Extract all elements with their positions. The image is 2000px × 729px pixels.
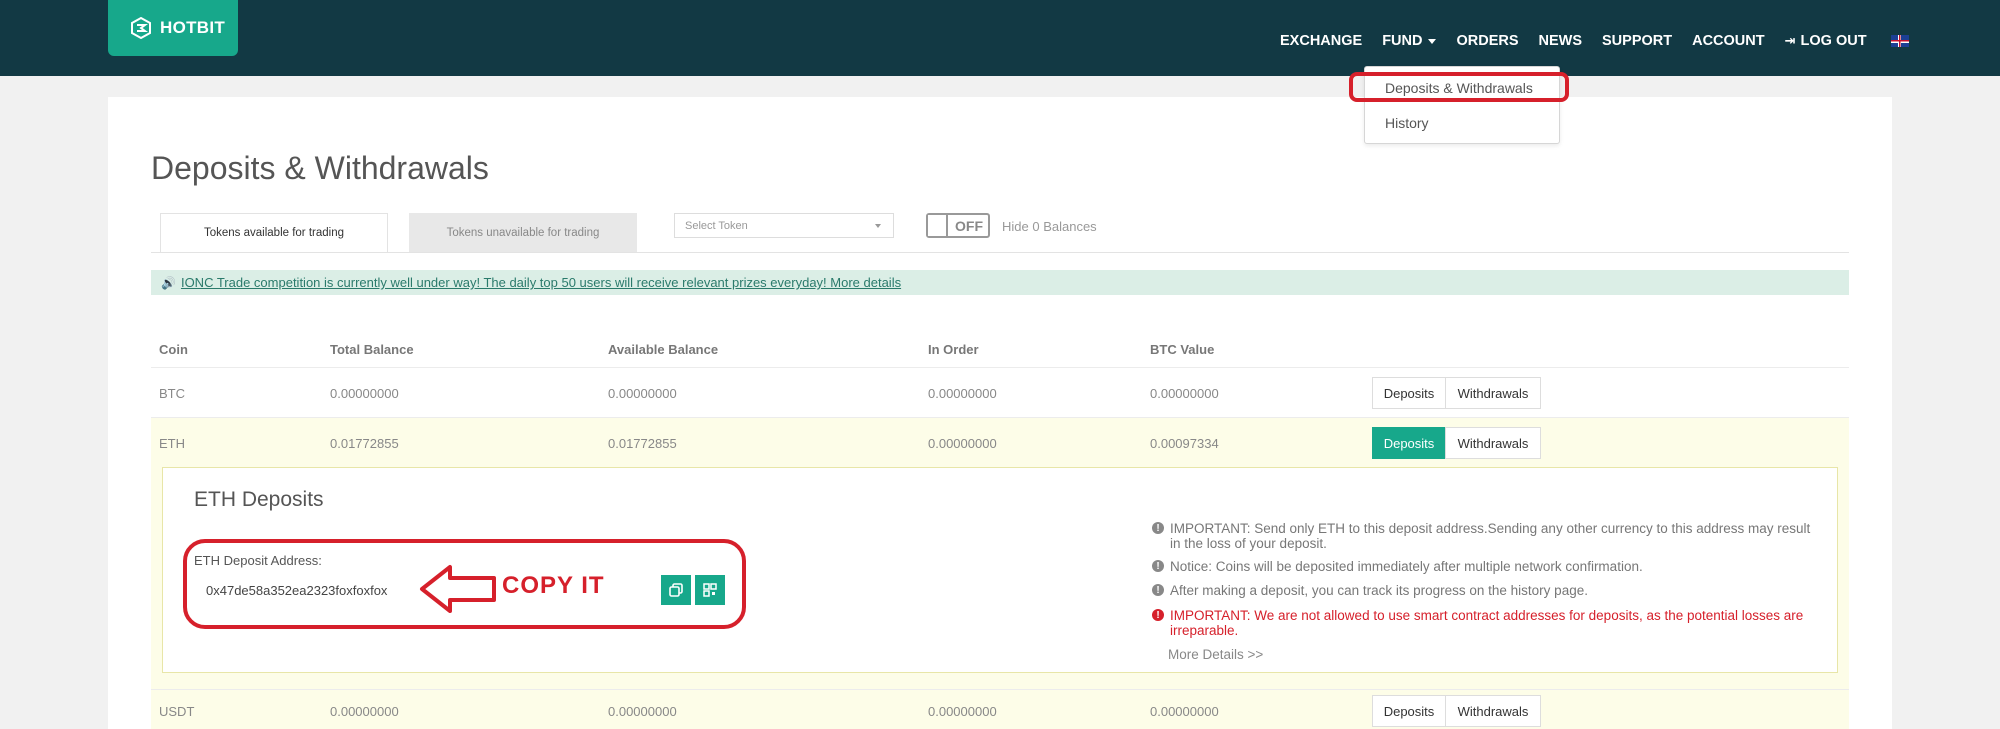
hide-zero-label: Hide 0 Balances xyxy=(1002,219,1097,234)
info-text: Notice: Coins will be deposited immediat… xyxy=(1170,559,1643,574)
col-header-btc-value: BTC Value xyxy=(1150,342,1215,357)
nav-fund-label: FUND xyxy=(1382,33,1423,49)
chevron-down-icon xyxy=(1428,38,1437,44)
dropdown-item-history[interactable]: History xyxy=(1385,115,1429,131)
info-notice-confirmation: ! Notice: Coins will be deposited immedi… xyxy=(1152,559,1822,574)
info-icon: ! xyxy=(1152,560,1164,572)
hotbit-logo-icon xyxy=(131,17,151,39)
announcement-link[interactable]: IONC Trade competition is currently well… xyxy=(181,275,901,290)
cell-in-order: 0.00000000 xyxy=(928,704,997,719)
nav-exchange[interactable]: EXCHANGE xyxy=(1280,33,1362,49)
tab-tokens-available[interactable]: Tokens available for trading xyxy=(160,213,388,253)
cell-coin: BTC xyxy=(159,386,185,401)
info-text: IMPORTANT: Send only ETH to this deposit… xyxy=(1170,521,1811,551)
col-header-in-order: In Order xyxy=(928,342,979,357)
info-important-send-only-eth: ! IMPORTANT: Send only ETH to this depos… xyxy=(1152,521,1822,551)
row-divider xyxy=(151,367,1849,368)
cell-total-balance: 0.00000000 xyxy=(330,386,399,401)
qr-code-button[interactable] xyxy=(695,575,725,605)
copy-address-button[interactable] xyxy=(661,575,691,605)
nav-account[interactable]: ACCOUNT xyxy=(1692,33,1765,49)
chevron-down-icon xyxy=(875,224,881,228)
cell-total-balance: 0.01772855 xyxy=(330,436,399,451)
top-navbar: HOTBIT EXCHANGE FUND ORDERS NEWS SUPPORT… xyxy=(0,0,2000,76)
toggle-knob xyxy=(928,215,948,236)
row-divider xyxy=(151,689,1849,690)
info-icon: ! xyxy=(1152,584,1164,596)
cell-btc-value: 0.00097334 xyxy=(1150,436,1219,451)
qr-code-icon xyxy=(703,583,717,597)
nav-orders[interactable]: ORDERS xyxy=(1456,33,1518,49)
withdrawals-button[interactable]: Withdrawals xyxy=(1445,377,1541,409)
speaker-icon: 🔊 xyxy=(161,275,176,290)
cell-available-balance: 0.01772855 xyxy=(608,436,677,451)
nav-logout-label: LOG OUT xyxy=(1800,33,1867,49)
arrow-left-annotation-icon xyxy=(420,565,496,613)
tab-tokens-unavailable[interactable]: Tokens unavailable for trading xyxy=(409,213,637,253)
dropdown-highlight-annotation xyxy=(1349,72,1569,102)
cell-btc-value: 0.00000000 xyxy=(1150,386,1219,401)
announcement-bar: 🔊 IONC Trade competition is currently we… xyxy=(151,270,1849,295)
hide-zero-toggle[interactable]: OFF xyxy=(926,213,990,238)
hotbit-logo[interactable]: HOTBIT xyxy=(108,0,238,56)
cell-available-balance: 0.00000000 xyxy=(608,386,677,401)
more-details-link[interactable]: More Details >> xyxy=(1168,647,1263,662)
deposit-title: ETH Deposits xyxy=(194,488,324,511)
cell-btc-value: 0.00000000 xyxy=(1150,704,1219,719)
main-nav: EXCHANGE FUND ORDERS NEWS SUPPORT ACCOUN… xyxy=(1280,30,1909,52)
copy-it-annotation: COPY IT xyxy=(502,572,605,599)
logout-icon: ⇥ xyxy=(1784,33,1796,48)
select-token-label: Select Token xyxy=(685,219,748,232)
col-header-available-balance: Available Balance xyxy=(608,342,719,357)
info-icon: ! xyxy=(1152,522,1164,534)
cell-coin: ETH xyxy=(159,436,185,451)
cell-coin: USDT xyxy=(159,704,195,719)
nav-logout[interactable]: ⇥ LOG OUT xyxy=(1785,33,1867,49)
toggle-state: OFF xyxy=(955,217,983,234)
row-divider xyxy=(151,417,1849,418)
deposits-button[interactable]: Deposits xyxy=(1372,695,1446,727)
cell-total-balance: 0.00000000 xyxy=(330,704,399,719)
info-track-progress: ! After making a deposit, you can track … xyxy=(1152,583,1822,598)
col-header-total-balance: Total Balance xyxy=(330,342,414,357)
copy-icon xyxy=(669,583,683,597)
brand-name: HOTBIT xyxy=(160,18,226,37)
cell-in-order: 0.00000000 xyxy=(928,436,997,451)
page-title: Deposits & Withdrawals xyxy=(151,150,489,186)
info-important-no-smart-contract: ! IMPORTANT: We are not allowed to use s… xyxy=(1152,608,1822,638)
cell-available-balance: 0.00000000 xyxy=(608,704,677,719)
deposits-button[interactable]: Deposits xyxy=(1372,377,1446,409)
select-token-dropdown[interactable]: Select Token xyxy=(674,213,894,238)
withdrawals-button[interactable]: Withdrawals xyxy=(1445,427,1541,459)
withdrawals-button[interactable]: Withdrawals xyxy=(1445,695,1541,727)
warning-icon: ! xyxy=(1152,609,1164,621)
nav-fund[interactable]: FUND xyxy=(1382,33,1437,49)
nav-news[interactable]: NEWS xyxy=(1539,33,1583,49)
tabs-divider xyxy=(151,252,1849,253)
nav-support[interactable]: SUPPORT xyxy=(1602,33,1672,49)
info-text: IMPORTANT: We are not allowed to use sma… xyxy=(1170,608,1804,638)
cell-in-order: 0.00000000 xyxy=(928,386,997,401)
uk-flag-icon[interactable] xyxy=(1890,35,1909,47)
info-text: After making a deposit, you can track it… xyxy=(1170,583,1588,598)
col-header-coin: Coin xyxy=(159,342,188,357)
deposits-button-active[interactable]: Deposits xyxy=(1372,427,1446,459)
